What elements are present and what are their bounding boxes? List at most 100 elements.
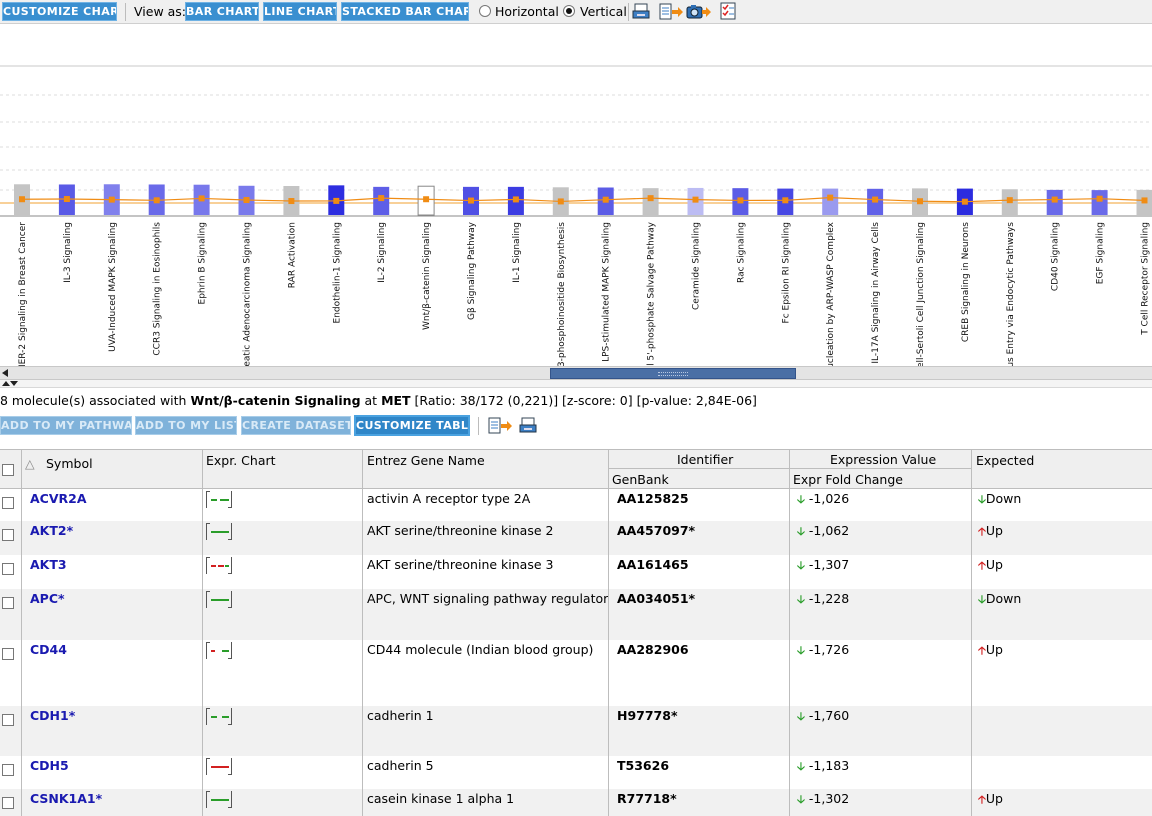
col-entrez-gene-name[interactable]: Entrez Gene Name (367, 453, 485, 468)
chart-horizontal-scrollbar[interactable] (0, 366, 1152, 380)
expression-mini-chart[interactable] (206, 642, 232, 659)
print-table-icon[interactable] (519, 417, 539, 435)
category-label: EGF Signaling (1096, 222, 1106, 284)
up-arrow-icon: 🡡 (978, 559, 986, 572)
entrez-gene-name: AKT serine/threonine kinase 3 (367, 557, 554, 572)
category-label: CREB Signaling in Neurons (961, 222, 971, 342)
expression-mini-chart[interactable] (206, 591, 232, 608)
col-expected[interactable]: Expected (976, 453, 1034, 468)
customize-table-button[interactable]: CUSTOMIZE TABLE (354, 415, 470, 436)
row-checkbox[interactable] (2, 797, 14, 809)
row-checkbox[interactable] (2, 563, 14, 575)
category-label: 3-phosphoinositide Biosynthesis (557, 222, 567, 366)
add-to-my-list-button[interactable]: ADD TO MY LIST (135, 416, 237, 435)
expected-label: Down (985, 491, 1022, 506)
genbank-identifier: T53626 (617, 758, 670, 773)
row-checkbox[interactable] (2, 714, 14, 726)
ratio-point (288, 198, 295, 205)
row-checkbox[interactable] (2, 597, 14, 609)
down-arrow-icon: 🡣 (797, 493, 805, 506)
gene-symbol-link[interactable]: ACVR2A (30, 491, 87, 506)
category-label: Virus Entry via Endocytic Pathways (1006, 222, 1016, 366)
horizontal-radio[interactable] (479, 5, 491, 17)
customize-chart-button[interactable]: CUSTOMIZE CHART (2, 2, 117, 21)
toolbar-divider (478, 417, 479, 435)
line-chart-button[interactable]: LINE CHART (263, 2, 337, 21)
expression-mini-chart[interactable] (206, 791, 232, 808)
down-arrow-icon: 🡣 (797, 593, 805, 606)
row-checkbox[interactable] (2, 648, 14, 660)
down-arrow-icon: 🡣 (797, 793, 805, 806)
gene-symbol-link[interactable]: AKT2* (30, 523, 73, 538)
bar-chart-button[interactable]: BAR CHART (185, 2, 259, 21)
gene-symbol-link[interactable]: CD44 (30, 642, 67, 657)
category-label: LPS-stimulated MAPK Signaling (602, 222, 612, 362)
scroll-left-arrow-icon[interactable] (2, 369, 8, 377)
toolbar-divider (125, 3, 126, 21)
table-header: △ Symbol Expr. Chart Entrez Gene Name Id… (0, 449, 1152, 489)
col-divider (362, 449, 363, 816)
col-identifier[interactable]: Identifier (677, 452, 733, 467)
gene-symbol-link[interactable]: CSNK1A1* (30, 791, 102, 806)
table-row[interactable]: ACVR2A activin A receptor type 2A AA125825… (0, 489, 1152, 521)
entrez-gene-name: cadherin 1 (367, 708, 434, 723)
checklist-icon[interactable] (719, 2, 739, 20)
ratio-point (1051, 196, 1058, 203)
expression-mini-chart[interactable] (206, 708, 232, 725)
table-row[interactable]: AKT3 AKT serine/threonine kinase 3 AA16146… (0, 555, 1152, 589)
stacked-bar-chart-button[interactable]: STACKED BAR CHART (341, 2, 469, 21)
gene-symbol-link[interactable]: APC* (30, 591, 65, 606)
table-row[interactable]: APC* APC, WNT signaling pathway regulator… (0, 589, 1152, 640)
genbank-identifier: AA457097* (617, 523, 696, 538)
row-checkbox[interactable] (2, 764, 14, 776)
category-label: Endothelin-1 Signaling (332, 222, 342, 323)
expression-mini-chart[interactable] (206, 491, 232, 508)
table-row[interactable]: AKT2* AKT serine/threonine kinase 2 AA4570… (0, 521, 1152, 555)
entrez-gene-name: CD44 molecule (Indian blood group) (367, 642, 594, 657)
gene-symbol-link[interactable]: CDH5 (30, 758, 69, 773)
table-row[interactable]: CSNK1A1* casein kinase 1 alpha 1 R77718* 🡣 … (0, 789, 1152, 816)
expression-mini-chart[interactable] (206, 557, 232, 574)
create-dataset-button[interactable]: CREATE DATASET (241, 416, 351, 435)
export-icon[interactable] (658, 3, 684, 21)
sort-indicator-icon[interactable]: △ (25, 456, 35, 471)
col-genbank[interactable]: GenBank (612, 472, 669, 487)
fold-change-number: -1,228 (808, 591, 850, 606)
collapse-down-icon[interactable] (10, 381, 18, 386)
table-row[interactable]: CDH1* cadherin 1 H97778* 🡣 -1,760 (0, 706, 1152, 756)
collapse-up-icon[interactable] (2, 381, 10, 386)
ratio-point (647, 195, 654, 202)
gene-symbol-link[interactable]: AKT3 (30, 557, 67, 572)
col-divider (202, 449, 203, 816)
col-symbol[interactable]: Symbol (46, 456, 93, 471)
col-divider (789, 449, 790, 816)
add-to-my-pathway-button[interactable]: ADD TO MY PATHWAY (0, 416, 132, 435)
camera-icon[interactable] (686, 3, 712, 21)
ratio-point (19, 196, 25, 203)
select-all-checkbox[interactable] (2, 464, 14, 476)
expression-mini-chart[interactable] (206, 523, 232, 540)
table-row[interactable]: CDH5 cadherin 5 T53626 🡣 -1,183 (0, 756, 1152, 789)
col-expr-chart[interactable]: Expr. Chart (206, 453, 276, 468)
col-expression-value[interactable]: Expression Value (830, 452, 936, 467)
down-arrow-icon: 🡣 (797, 559, 805, 572)
summary-stats: [Ratio: 38/172 (0,221)] [z-score: 0] [p-… (410, 393, 757, 408)
expected-label: Up (985, 791, 1003, 806)
gene-symbol-link[interactable]: CDH1* (30, 708, 75, 723)
table-row[interactable]: CD44 CD44 molecule (Indian blood group) AA… (0, 640, 1152, 706)
ratio-point (692, 196, 699, 203)
vertical-radio[interactable] (563, 5, 575, 17)
panel-splitter[interactable] (0, 380, 1152, 388)
fold-change-value: 🡣 -1,228 (797, 591, 849, 610)
col-divider (21, 449, 22, 816)
ratio-point (153, 197, 160, 204)
print-icon[interactable] (632, 3, 652, 21)
pathway-bar-chart: HER-2 Signaling in Breast Cancer IL-3 Sig… (0, 24, 1152, 366)
row-checkbox[interactable] (2, 529, 14, 541)
col-expr-fold-change[interactable]: Expr Fold Change (793, 472, 903, 487)
scrollbar-thumb[interactable] (550, 368, 796, 379)
genbank-identifier: R77718* (617, 791, 677, 806)
export-table-icon[interactable] (487, 417, 513, 435)
row-checkbox[interactable] (2, 497, 14, 509)
expression-mini-chart[interactable] (206, 758, 232, 775)
